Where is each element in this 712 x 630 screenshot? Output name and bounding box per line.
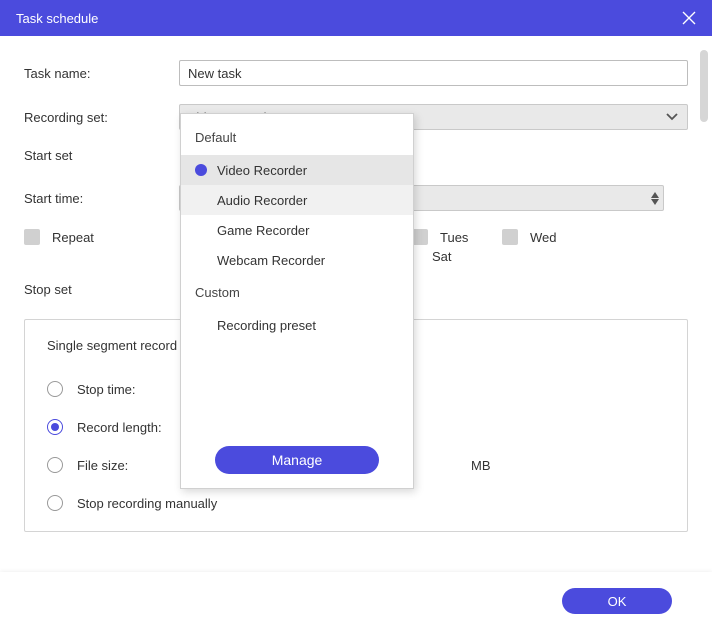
dropdown-item-label: Audio Recorder bbox=[217, 193, 307, 208]
task-name-label: Task name: bbox=[24, 66, 179, 81]
dropdown-item-video-recorder[interactable]: Video Recorder bbox=[181, 155, 413, 185]
window-title: Task schedule bbox=[16, 11, 98, 26]
footer: OK bbox=[0, 572, 712, 630]
file-size-label: File size: bbox=[77, 458, 128, 473]
stop-time-label: Stop time: bbox=[77, 382, 136, 397]
day-wed-checkbox[interactable] bbox=[502, 229, 518, 245]
stop-manual-row: Stop recording manually bbox=[47, 495, 665, 511]
selection-dot-icon bbox=[195, 164, 207, 176]
stop-time-radio[interactable] bbox=[47, 381, 63, 397]
dropdown-item-label: Video Recorder bbox=[217, 163, 307, 178]
day-sat-label: Sat bbox=[432, 249, 452, 264]
stop-manual-radio[interactable] bbox=[47, 495, 63, 511]
recording-set-dropdown: Default Video Recorder Audio Recorder Ga… bbox=[180, 113, 414, 489]
content-area: Task name: Recording set: Video Recorder… bbox=[0, 36, 712, 570]
day-sat-row: Sat bbox=[432, 249, 688, 264]
stepper-arrows[interactable] bbox=[651, 192, 659, 205]
record-length-radio[interactable] bbox=[47, 419, 63, 435]
dropdown-item-label: Recording preset bbox=[217, 318, 316, 333]
start-time-label: Start time: bbox=[24, 191, 179, 206]
chevron-up-icon bbox=[651, 192, 659, 198]
day-tues-checkbox[interactable] bbox=[412, 229, 428, 245]
stop-manual-label: Stop recording manually bbox=[77, 496, 217, 511]
dropdown-item-label: Game Recorder bbox=[217, 223, 309, 238]
dropdown-group-custom: Custom bbox=[181, 275, 413, 310]
titlebar: Task schedule bbox=[0, 0, 712, 36]
close-icon[interactable] bbox=[680, 9, 698, 27]
day-wed-label: Wed bbox=[530, 230, 557, 245]
day-tues: Tues bbox=[412, 229, 502, 245]
task-name-input[interactable] bbox=[179, 60, 688, 86]
day-wed: Wed bbox=[502, 229, 592, 245]
repeat-checkbox[interactable] bbox=[24, 229, 40, 245]
dropdown-item-webcam-recorder[interactable]: Webcam Recorder bbox=[181, 245, 413, 275]
chevron-down-icon bbox=[651, 199, 659, 205]
dropdown-item-game-recorder[interactable]: Game Recorder bbox=[181, 215, 413, 245]
day-tues-label: Tues bbox=[440, 230, 468, 245]
dropdown-item-label: Webcam Recorder bbox=[217, 253, 325, 268]
task-name-row: Task name: bbox=[24, 60, 688, 86]
file-size-radio[interactable] bbox=[47, 457, 63, 473]
record-length-label: Record length: bbox=[77, 420, 162, 435]
file-size-unit: MB bbox=[471, 458, 491, 473]
ok-button[interactable]: OK bbox=[562, 588, 672, 614]
repeat-label: Repeat bbox=[52, 230, 182, 245]
manage-button[interactable]: Manage bbox=[215, 446, 379, 474]
recording-set-label: Recording set: bbox=[24, 110, 179, 125]
dropdown-group-default: Default bbox=[181, 120, 413, 155]
chevron-down-icon bbox=[665, 112, 679, 122]
dropdown-item-recording-preset[interactable]: Recording preset bbox=[181, 310, 413, 340]
dropdown-item-audio-recorder[interactable]: Audio Recorder bbox=[181, 185, 413, 215]
